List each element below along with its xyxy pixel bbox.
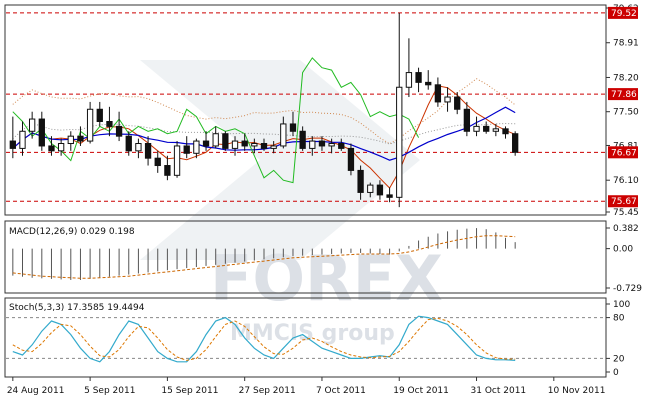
candle-body	[19, 130, 26, 149]
candle-body	[463, 108, 471, 132]
candle-body	[231, 140, 239, 149]
candle-body	[405, 72, 413, 88]
price-tick-label: 77.50	[613, 108, 639, 118]
candle-body	[86, 108, 94, 142]
date-tick-label: 15 Sep 2011	[161, 386, 218, 396]
candle-body	[318, 140, 326, 147]
candle-body	[299, 130, 306, 149]
candle-body	[483, 125, 490, 132]
candle-body	[280, 123, 287, 147]
candle-body	[260, 143, 268, 149]
candle-body	[367, 184, 374, 193]
candle-body	[309, 140, 316, 149]
date-tick-label: 31 Oct 2011	[471, 386, 527, 396]
stoch-tick-label: 0	[613, 368, 619, 378]
candle-body	[106, 120, 113, 127]
candle-body	[115, 125, 123, 137]
candle-body	[183, 145, 190, 154]
watermark-sub: MMCIS group	[230, 321, 395, 346]
price-level-label: 79.52	[611, 9, 637, 19]
macd-title: MACD(12,26,9) 0.029 0.198	[9, 227, 135, 237]
candle-body	[144, 143, 152, 159]
candle-body	[28, 118, 36, 132]
macd-tick-label: 0.382	[613, 224, 639, 234]
price-tick-label: 78.20	[613, 73, 639, 83]
stoch-title: Stoch(5,3,3) 17.3585 19.4494	[9, 303, 145, 313]
candle-body	[386, 194, 393, 198]
candle-body	[9, 140, 16, 149]
price-tick-label: 75.45	[613, 208, 639, 218]
date-tick-label: 7 Oct 2011	[316, 386, 366, 396]
candle-body	[57, 143, 65, 152]
stoch-tick-label: 20	[613, 354, 625, 364]
candle-body	[289, 123, 297, 132]
price-tick-label: 78.91	[613, 39, 639, 49]
candle-body	[396, 86, 403, 198]
date-tick-label: 19 Oct 2011	[393, 386, 449, 396]
candle-body	[434, 84, 442, 103]
candle-body	[338, 143, 345, 149]
candle-body	[193, 140, 200, 154]
candle-body	[512, 133, 519, 153]
candle-body	[96, 108, 103, 122]
candle-body	[454, 96, 461, 110]
candle-body	[251, 143, 258, 147]
candle-body	[77, 135, 84, 142]
price-level-label: 77.86	[611, 90, 637, 100]
candle-body	[502, 128, 509, 135]
stoch-tick-label: 100	[613, 300, 630, 310]
chart-canvas: FOREX MMCIS group 79.6278.9178.2077.5076…	[0, 0, 650, 400]
candle-body	[173, 145, 181, 176]
candle-body	[473, 125, 480, 132]
candle-body	[328, 143, 335, 147]
date-tick-label: 24 Aug 2011	[7, 386, 65, 396]
price-tick-label: 76.10	[613, 176, 639, 186]
candle-body	[492, 128, 500, 132]
candle-body	[425, 81, 432, 86]
price-level-label: 76.67	[611, 148, 637, 158]
candle-body	[38, 118, 45, 147]
candle-body	[135, 143, 142, 152]
candle-body	[444, 96, 451, 103]
candle-body	[415, 72, 422, 83]
candle-body	[357, 169, 364, 193]
macd-tick-label: 0.00	[613, 245, 633, 255]
candle-body	[222, 133, 229, 149]
date-tick-label: 27 Sep 2011	[239, 386, 296, 396]
candle-body	[347, 147, 355, 171]
date-tick-label: 10 Nov 2011	[548, 386, 606, 396]
candle-body	[212, 133, 219, 147]
candle-body	[202, 140, 210, 147]
candle-body	[67, 135, 74, 145]
candle-body	[164, 165, 171, 176]
candle-body	[48, 145, 55, 152]
candle-body	[376, 184, 384, 196]
price-level-label: 75.67	[611, 197, 637, 207]
candle-body	[241, 140, 248, 147]
date-tick-label: 5 Sep 2011	[84, 386, 135, 396]
stoch-tick-label: 80	[613, 314, 625, 324]
candle-body	[270, 145, 277, 149]
candle-body	[125, 135, 132, 152]
candle-body	[154, 157, 161, 167]
macd-tick-label: -0.729	[613, 284, 642, 294]
